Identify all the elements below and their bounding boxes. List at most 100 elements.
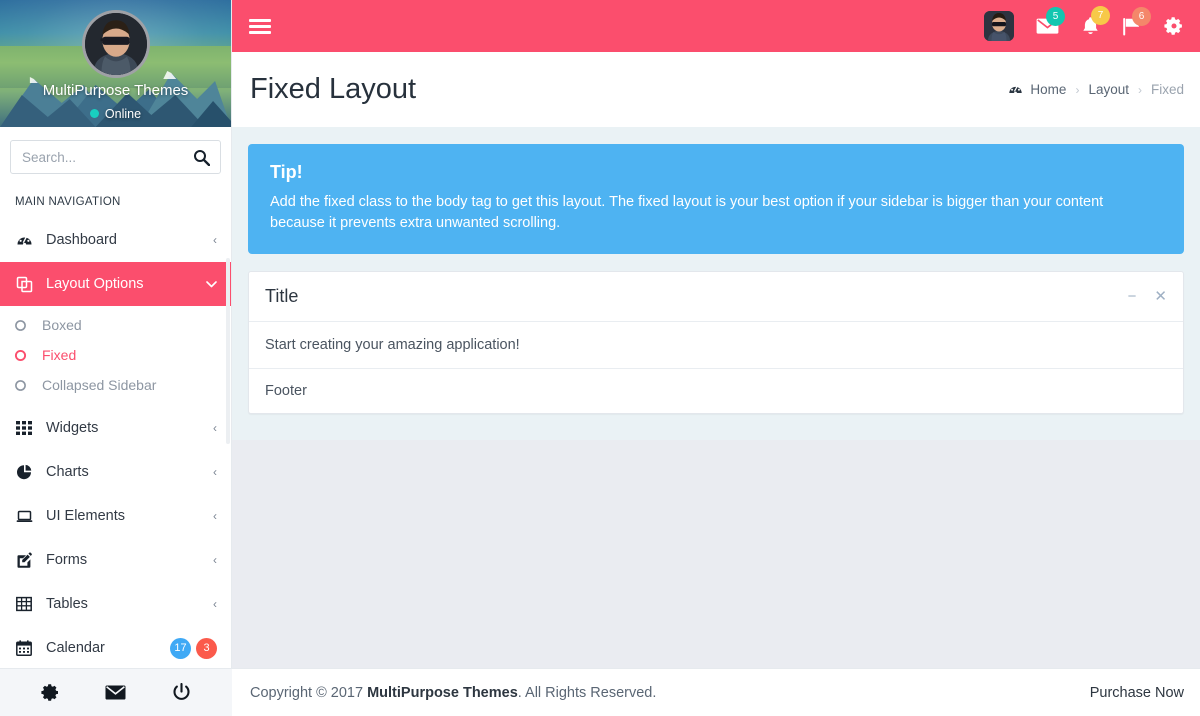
- user-avatar-photo-icon: [84, 13, 147, 75]
- sidebar-item-label: UI Elements: [46, 508, 125, 524]
- main-content: Tip! Add the fixed class to the body tag…: [232, 127, 1200, 668]
- avatar[interactable]: [984, 11, 1014, 41]
- envelope-icon[interactable]: [105, 684, 126, 701]
- sidebar-item-label: Tables: [46, 596, 88, 612]
- card-header: Title − ✕: [249, 272, 1183, 323]
- minimize-icon[interactable]: −: [1128, 289, 1137, 304]
- copyright-suffix: . All Rights Reserved.: [517, 684, 657, 701]
- grid-icon: [16, 420, 40, 436]
- sidebar-subitem-label: Fixed: [42, 347, 77, 363]
- gear-icon[interactable]: [41, 683, 60, 702]
- search-icon[interactable]: [193, 149, 211, 171]
- notifications-button[interactable]: 7: [1081, 6, 1110, 36]
- breadcrumb-current: Fixed: [1150, 82, 1184, 97]
- sidebar: MultiPurpose Themes Online MAIN NAVIGATI…: [0, 0, 232, 716]
- purchase-now-link[interactable]: Purchase Now: [1090, 685, 1184, 701]
- gear-icon: [1164, 17, 1182, 35]
- search-input[interactable]: [11, 141, 220, 173]
- card-tools: − ✕: [1110, 289, 1167, 304]
- header-actions: 5 7 6: [976, 6, 1200, 41]
- power-icon[interactable]: [172, 683, 191, 702]
- sidebar-item-label: Calendar: [46, 640, 105, 656]
- sidebar-item-dashboard[interactable]: Dashboard ‹: [0, 218, 231, 262]
- sidebar-status: Online: [0, 107, 231, 121]
- sidebar-item-layout-options[interactable]: Layout Options: [0, 262, 231, 306]
- sidebar-profile-header: MultiPurpose Themes Online: [0, 0, 231, 127]
- circle-bullet-icon: [14, 349, 38, 362]
- chevron-left-icon: ‹: [213, 233, 217, 247]
- sidebar-subitem-collapsed-sidebar[interactable]: Collapsed Sidebar: [0, 370, 231, 400]
- breadcrumb-layout[interactable]: Layout: [1088, 82, 1129, 97]
- copyright-prefix: Copyright © 2017: [250, 684, 368, 701]
- sidebar-subitem-label: Collapsed Sidebar: [42, 377, 157, 393]
- tasks-button[interactable]: 6: [1122, 6, 1151, 36]
- laptop-icon: [16, 508, 40, 525]
- chevron-left-icon: ‹: [213, 509, 217, 523]
- notifications-badge: 7: [1091, 6, 1110, 25]
- breadcrumb-separator: ›: [1075, 82, 1080, 97]
- sidebar-item-ui-elements[interactable]: UI Elements ‹: [0, 494, 231, 538]
- table-icon: [16, 596, 40, 612]
- tip-title: Tip!: [270, 162, 303, 182]
- chevron-left-icon: ‹: [213, 597, 217, 611]
- breadcrumb-home[interactable]: Home: [1030, 82, 1066, 97]
- sidebar-item-label: Charts: [46, 464, 89, 480]
- dashboard-icon: [16, 232, 40, 249]
- online-dot-icon: [89, 109, 99, 118]
- avatar: [81, 10, 150, 78]
- chevron-left-icon: ‹: [213, 421, 217, 435]
- sidebar-item-label: Dashboard: [46, 232, 117, 248]
- pie-chart-icon: [16, 464, 40, 481]
- sidebar-subitem-fixed[interactable]: Fixed: [0, 340, 231, 370]
- breadcrumb: Home › Layout › Fixed: [1008, 82, 1184, 97]
- layout-options-submenu: Boxed Fixed Collapsed Sidebar: [0, 306, 231, 406]
- sidebar-scrollbar[interactable]: [226, 258, 230, 444]
- user-avatar-photo-icon: [984, 11, 1014, 41]
- page-footer: Copyright © 2017 MultiPurpose Themes. Al…: [232, 668, 1200, 716]
- card-title: Title: [265, 286, 299, 307]
- sidebar-status-label: Online: [104, 107, 142, 121]
- dashboard-icon: [1008, 82, 1023, 97]
- close-icon[interactable]: ✕: [1154, 289, 1167, 304]
- search-box[interactable]: [10, 140, 221, 174]
- messages-button[interactable]: 5: [1036, 7, 1065, 35]
- sidebar-item-label: Forms: [46, 552, 88, 568]
- chevron-left-icon: ‹: [213, 465, 217, 479]
- tasks-badge: 6: [1132, 6, 1151, 26]
- tip-text: Add the fixed class to the body tag to g…: [270, 194, 1104, 232]
- content-card: Title − ✕ Start creating your amazing ap…: [248, 271, 1184, 415]
- page-header: Fixed Layout Home › Layout › Fixed: [232, 52, 1200, 127]
- copyright-brand: MultiPurpose Themes: [367, 684, 518, 701]
- card-footer: Footer: [265, 383, 307, 400]
- settings-button[interactable]: [1164, 16, 1184, 36]
- breadcrumb-separator: ›: [1137, 82, 1142, 97]
- sidebar-profile-name: MultiPurpose Themes: [42, 82, 189, 99]
- chevron-down-icon: [206, 278, 217, 290]
- sidebar-item-widgets[interactable]: Widgets ‹: [0, 406, 231, 450]
- sidebar-item-label: Layout Options: [46, 276, 144, 292]
- hamburger-menu-icon[interactable]: [249, 16, 271, 37]
- sidebar-footer: [0, 668, 232, 716]
- circle-bullet-icon: [14, 379, 38, 392]
- sidebar-item-label: Widgets: [46, 420, 99, 436]
- sidebar-item-calendar[interactable]: Calendar 17 3: [0, 626, 231, 670]
- calendar-icon: [16, 640, 40, 656]
- circle-bullet-icon: [14, 319, 38, 332]
- edit-pencil-icon: [16, 551, 40, 569]
- sidebar-subitem-boxed[interactable]: Boxed: [0, 310, 231, 340]
- messages-badge: 5: [1046, 7, 1065, 26]
- page-title: Fixed Layout: [250, 73, 417, 105]
- copyright-text: Copyright © 2017 MultiPurpose Themes. Al…: [250, 685, 656, 701]
- sidebar-subitem-label: Boxed: [42, 317, 82, 333]
- nav-section-title: MAIN NAVIGATION: [15, 196, 121, 208]
- sidebar-item-forms[interactable]: Forms ‹: [0, 538, 231, 582]
- sidebar-item-tables[interactable]: Tables ‹: [0, 582, 231, 626]
- tip-alert-box: Tip! Add the fixed class to the body tag…: [248, 144, 1184, 255]
- sidebar-item-charts[interactable]: Charts ‹: [0, 450, 231, 494]
- card-body: Start creating your amazing application!: [249, 322, 1183, 370]
- top-header-bar: 5 7 6: [232, 0, 1200, 52]
- status-badge: 17: [170, 637, 191, 659]
- status-badge: 3: [196, 637, 217, 659]
- sidebar-search-area: [0, 127, 231, 184]
- chevron-left-icon: ‹: [213, 553, 217, 567]
